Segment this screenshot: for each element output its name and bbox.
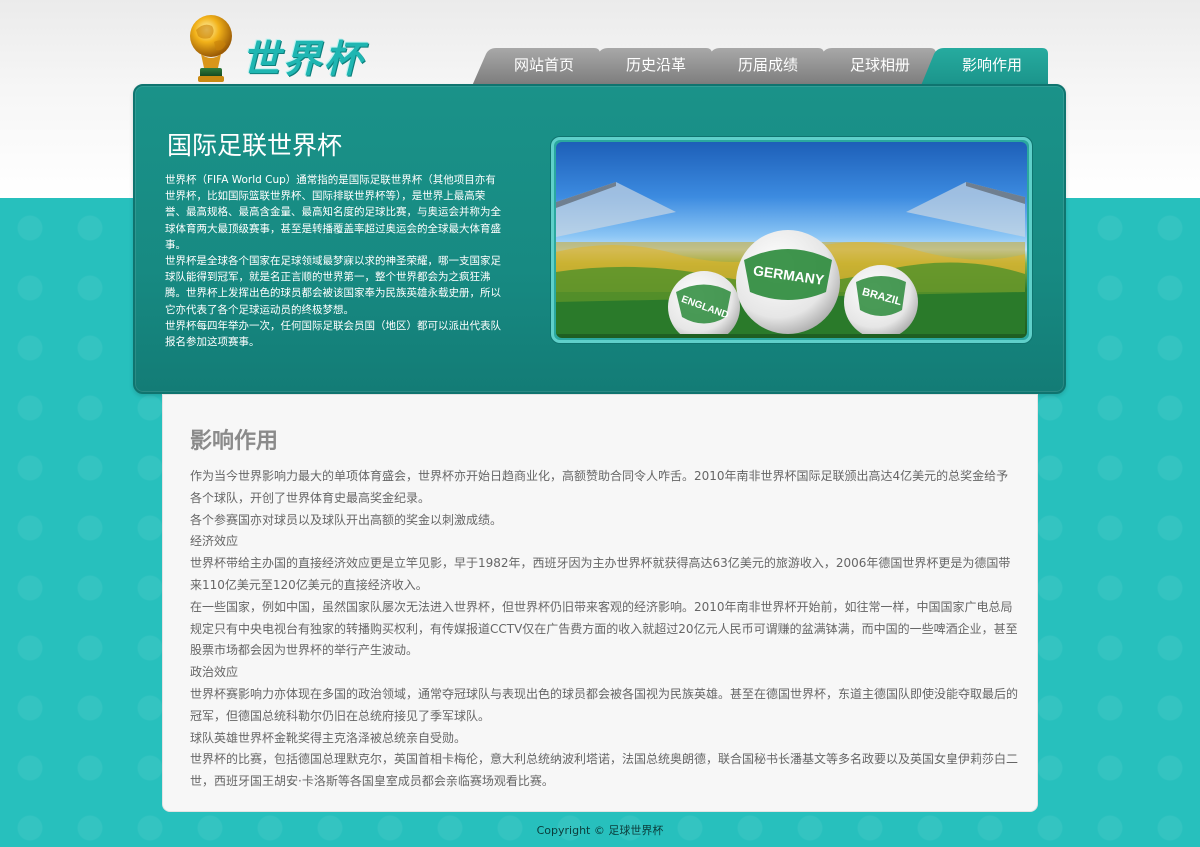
content-paragraph: 世界杯带给主办国的直接经济效应更是立竿见影，早于1982年，西班牙因为主办世界杯… xyxy=(190,556,1011,592)
intro-paragraph: 世界杯是全球各个国家在足球领域最梦寐以求的神圣荣耀，哪一支国家足球队能得到冠军，… xyxy=(165,255,501,316)
tab-influence[interactable]: 影响作用 xyxy=(920,48,1048,88)
main-nav: 网站首页 历史沿革 历届成绩 足球相册 影响作用 xyxy=(472,48,1052,88)
content-body: 作为当今世界影响力最大的单项体育盛会，世界杯亦开始日趋商业化，高额赞助合同令人咋… xyxy=(190,466,1020,793)
content-subheading: 政治效应 xyxy=(190,665,239,680)
intro-paragraph: 世界杯每四年举办一次，任何国际足联会员国（地区）都可以派出代表队报名参加这项赛事… xyxy=(165,319,501,349)
intro-paragraph: 世界杯（FIFA World Cup）通常指的是国际足联世界杯（其他项目亦有世界… xyxy=(165,174,501,251)
tab-label: 影响作用 xyxy=(961,56,1022,74)
site-logo[interactable]: 世界杯 xyxy=(186,12,386,84)
main-content: 影响作用 作为当今世界影响力最大的单项体育盛会，世界杯亦开始日趋商业化，高额赞助… xyxy=(162,394,1038,812)
intro-panel: 国际足联世界杯 世界杯（FIFA World Cup）通常指的是国际足联世界杯（… xyxy=(133,84,1066,394)
tab-label: 网站首页 xyxy=(513,56,574,74)
intro-title: 国际足联世界杯 xyxy=(167,132,343,160)
tab-label: 历届成绩 xyxy=(737,56,798,74)
logo-text: 世界杯 xyxy=(242,36,366,81)
content-paragraph: 世界杯赛影响力亦体现在多国的政治领域，通常夺冠球队与表现出色的球员都会被各国视为… xyxy=(190,686,1019,723)
tab-history[interactable]: 历史沿革 xyxy=(584,48,712,86)
tab-home[interactable]: 网站首页 xyxy=(472,48,600,86)
footer-copyright: Copyright © 足球世界杯 xyxy=(536,824,664,837)
tab-label: 历史沿革 xyxy=(625,56,686,74)
content-paragraph: 球队英雄世界杯金靴奖得主克洛泽被总统亲自受勋。 xyxy=(190,730,467,745)
content-paragraph: 在一些国家，例如中国，虽然国家队屡次无法进入世界杯，但世界杯仍旧带来客观的经济影… xyxy=(190,599,1018,658)
content-title: 影响作用 xyxy=(190,428,279,453)
banner-photo-frame: ENGLAND BRAZIL GERMANY xyxy=(551,137,1032,343)
content-paragraph: 世界杯的比赛，包括德国总理默克尔，英国首相卡梅伦，意大利总统纳波利塔诺，法国总统… xyxy=(190,752,1019,789)
content-subheading: 经济效应 xyxy=(190,534,239,549)
content-paragraph: 各个参赛国亦对球员以及球队开出高额的奖金以刺激成绩。 xyxy=(190,512,503,527)
intro-text: 世界杯（FIFA World Cup）通常指的是国际足联世界杯（其他项目亦有世界… xyxy=(165,172,505,350)
content-paragraph: 作为当今世界影响力最大的单项体育盛会，世界杯亦开始日趋商业化，高额赞助合同令人咋… xyxy=(190,469,1009,505)
banner-photo: ENGLAND BRAZIL GERMANY xyxy=(556,142,1027,338)
ball-germany: GERMANY xyxy=(736,230,840,334)
stadium-image: ENGLAND BRAZIL GERMANY xyxy=(556,182,1025,338)
tab-label: 足球相册 xyxy=(849,56,910,74)
trophy-icon xyxy=(190,15,232,82)
tab-results[interactable]: 历届成绩 xyxy=(696,48,824,86)
tab-album[interactable]: 足球相册 xyxy=(808,48,936,86)
